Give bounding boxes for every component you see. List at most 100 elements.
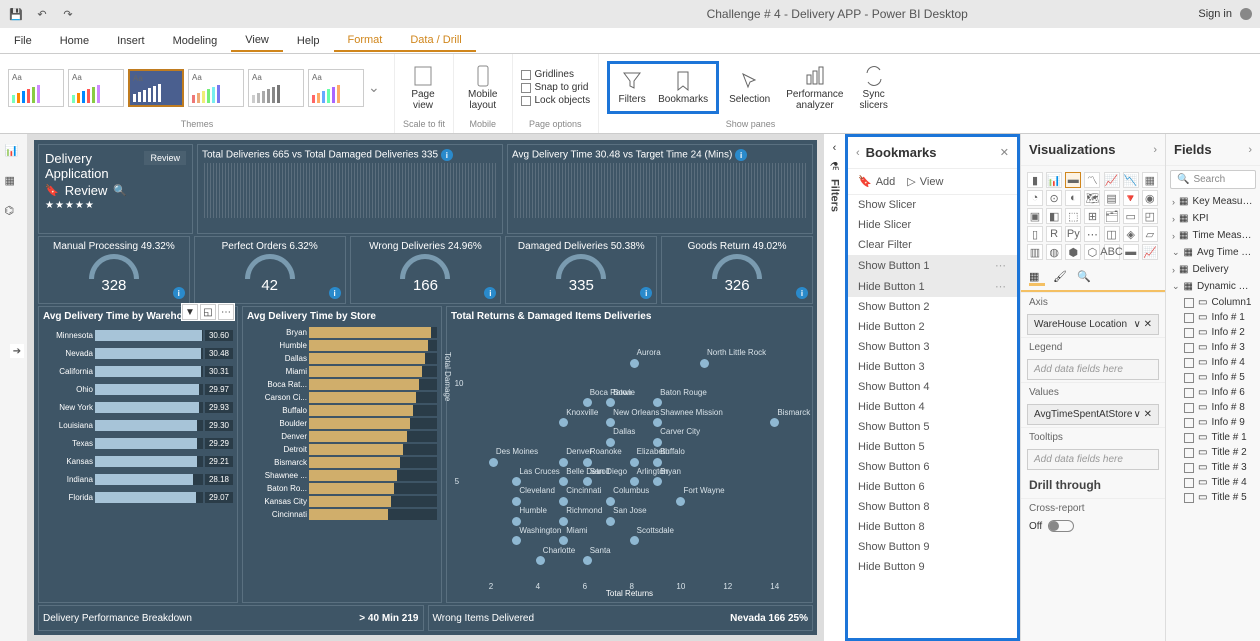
bar-row[interactable]: Boulder — [247, 417, 437, 430]
bar-row[interactable]: Kansas City — [247, 495, 437, 508]
delivery-performance-card[interactable]: Delivery Performance Breakdown > 40 Min … — [38, 605, 424, 631]
report-canvas[interactable]: ➔ Delivery Application Review 🔖 Review — [28, 134, 823, 641]
performance-analyzer-button[interactable]: Performance analyzer — [780, 61, 849, 115]
field-dropdown-icon[interactable]: ∨ ✕ — [1134, 409, 1152, 420]
redo-icon[interactable]: ↷ — [60, 6, 76, 22]
info-icon[interactable]: i — [329, 287, 341, 299]
kpi-card[interactable]: Wrong Deliveries 24.96%166i — [350, 236, 502, 304]
field-checkbox[interactable] — [1184, 463, 1194, 473]
field-checkbox[interactable] — [1184, 343, 1194, 353]
tooltips-field-placeholder[interactable]: Add data fields here — [1027, 449, 1159, 470]
viz-type-icon[interactable]: ▯ — [1027, 226, 1043, 242]
bar-row[interactable]: Denver — [247, 430, 437, 443]
viz-type-icon[interactable]: ⬢ — [1065, 244, 1081, 260]
tab-help[interactable]: Help — [283, 31, 334, 51]
field-checkbox[interactable] — [1184, 328, 1194, 338]
scatter-point[interactable] — [770, 418, 779, 427]
scatter-point[interactable] — [512, 536, 521, 545]
bookmark-small-icon[interactable]: 🔖 — [45, 184, 59, 197]
focus-icon[interactable]: ◱ — [200, 304, 216, 320]
snap-checkbox[interactable]: Snap to grid — [521, 82, 591, 93]
scatter-point[interactable] — [630, 359, 639, 368]
field-item[interactable]: ▭Title # 1 — [1166, 430, 1260, 445]
bookmark-add-button[interactable]: 🔖Add — [858, 175, 895, 188]
viz-type-icon[interactable]: 📊 — [1046, 172, 1062, 188]
bar-row[interactable]: Ohio29.97 — [43, 380, 233, 398]
bookmark-item[interactable]: Hide Button 3 — [848, 357, 1017, 377]
bookmark-item[interactable]: Hide Button 2 — [848, 317, 1017, 337]
bar-row[interactable]: Kansas29.21 — [43, 452, 233, 470]
viz-type-icon[interactable]: 🗂 — [1104, 208, 1120, 224]
viz-type-icon[interactable]: ◔ — [1027, 190, 1043, 206]
field-table[interactable]: ⌄▦Avg Time Spe — [1166, 244, 1260, 261]
bookmark-item[interactable]: Hide Button 5 — [848, 437, 1017, 457]
more-icon[interactable]: ⋯ — [995, 280, 1007, 293]
scatter-point[interactable] — [559, 517, 568, 526]
scatter-point[interactable] — [536, 556, 545, 565]
scatter-point[interactable] — [653, 398, 662, 407]
field-table[interactable]: ›▦Time Measures — [1166, 227, 1260, 244]
theme-thumbnail[interactable]: Aa — [308, 69, 364, 107]
bar-row[interactable]: Cincinnati — [247, 508, 437, 521]
field-checkbox[interactable] — [1184, 313, 1194, 323]
chevron-right-icon[interactable]: › — [1153, 144, 1157, 156]
scatter-point[interactable] — [653, 477, 662, 486]
viz-type-icon[interactable]: ▮ — [1027, 172, 1043, 188]
field-item[interactable]: ▭Column1 — [1166, 295, 1260, 310]
bar-row[interactable]: Bryan — [247, 326, 437, 339]
gridlines-checkbox[interactable]: Gridlines — [521, 69, 591, 80]
tab-insert[interactable]: Insert — [103, 31, 159, 51]
field-table[interactable]: ›▦Delivery — [1166, 261, 1260, 278]
viz-type-icon[interactable]: ▤ — [1104, 190, 1120, 206]
field-checkbox[interactable] — [1184, 478, 1194, 488]
viz-type-icon[interactable]: ▬ — [1065, 172, 1081, 188]
field-table[interactable]: ›▦KPI — [1166, 210, 1260, 227]
tab-view[interactable]: View — [231, 30, 283, 52]
scatter-point[interactable] — [583, 458, 592, 467]
viz-type-icon[interactable]: ◰ — [1142, 208, 1158, 224]
data-view-icon[interactable]: ▦ — [5, 174, 23, 192]
bookmark-item[interactable]: Show Button 3 — [848, 337, 1017, 357]
chevron-right-icon[interactable]: › — [1248, 144, 1252, 156]
viz-type-icon[interactable]: ⋯ — [1084, 226, 1100, 242]
field-checkbox[interactable] — [1184, 418, 1194, 428]
field-item[interactable]: ▭Title # 2 — [1166, 445, 1260, 460]
viz-type-icon[interactable]: ABC — [1104, 244, 1120, 260]
bookmark-item[interactable]: Hide Button 1⋯ — [848, 276, 1017, 297]
bookmark-item[interactable]: Hide Button 4 — [848, 397, 1017, 417]
scatter-point[interactable] — [606, 398, 615, 407]
kpi-card[interactable]: Manual Processing 49.32%328i — [38, 236, 190, 304]
save-icon[interactable]: 💾 — [8, 6, 24, 22]
field-item[interactable]: ▭Info # 1 — [1166, 310, 1260, 325]
theme-dropdown-icon[interactable]: ⌄ — [368, 79, 380, 96]
viz-type-icon[interactable]: ◍ — [1046, 244, 1062, 260]
theme-thumbnail[interactable]: Aa — [248, 69, 304, 107]
field-item[interactable]: ▭Info # 3 — [1166, 340, 1260, 355]
field-checkbox[interactable] — [1184, 358, 1194, 368]
tab-modeling[interactable]: Modeling — [159, 31, 232, 51]
scatter-point[interactable] — [606, 418, 615, 427]
viz-type-icon[interactable]: ▣ — [1027, 208, 1043, 224]
viz-type-icon[interactable]: R — [1046, 226, 1062, 242]
info-icon[interactable]: i — [735, 149, 747, 161]
field-checkbox[interactable] — [1184, 433, 1194, 443]
scatter-point[interactable] — [606, 438, 615, 447]
review-button[interactable]: Review — [144, 151, 186, 165]
bar-row[interactable]: Detroit — [247, 443, 437, 456]
bar-row[interactable]: Nevada30.48 — [43, 344, 233, 362]
bookmarks-pane-button[interactable]: Bookmarks — [652, 66, 714, 109]
viz-type-icon[interactable]: ◐ — [1065, 190, 1081, 206]
report-view-icon[interactable]: 📊 — [5, 144, 23, 162]
bar-row[interactable]: Carson Ci... — [247, 391, 437, 404]
scatter-point[interactable] — [630, 458, 639, 467]
scatter-point[interactable] — [583, 477, 592, 486]
viz-type-icon[interactable]: ⊙ — [1046, 190, 1062, 206]
bar-row[interactable]: New York29.93 — [43, 398, 233, 416]
cross-report-toggle[interactable]: Off — [1021, 518, 1165, 534]
viz-type-icon[interactable]: ◫ — [1104, 226, 1120, 242]
bar-row[interactable]: Bismarck — [247, 456, 437, 469]
more-icon[interactable]: ⋯ — [218, 304, 234, 320]
scatter-point[interactable] — [630, 477, 639, 486]
viz-type-icon[interactable]: ◧ — [1046, 208, 1062, 224]
scatter-point[interactable] — [583, 398, 592, 407]
